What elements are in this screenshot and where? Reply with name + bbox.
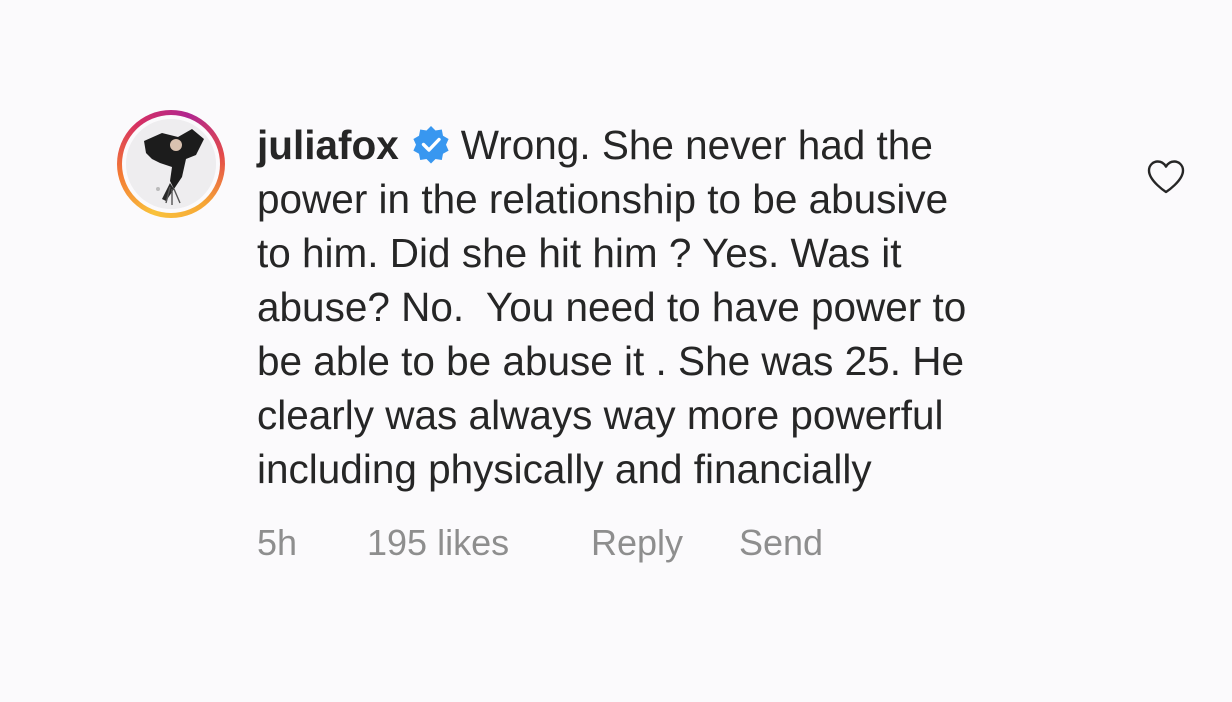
avatar[interactable] xyxy=(126,119,216,209)
comment-time: 5h xyxy=(257,522,298,563)
comment: juliafox Wrong. She never had the power i… xyxy=(0,0,1232,702)
comment-text-line-3: to him. Did she hit him ? Yes. Was it xyxy=(257,230,902,276)
username[interactable]: juliafox xyxy=(257,122,399,168)
comment-text-line-2: power in the relationship to be abusive xyxy=(257,176,949,222)
verified-badge-icon xyxy=(413,126,449,164)
comment-text-line-5: be able to be abuse it . She was 25. He xyxy=(257,338,964,384)
comment-line: juliafox Wrong. She never had the xyxy=(257,118,1087,172)
comment-text-line-6: clearly was always way more powerful xyxy=(257,392,944,438)
comment-text-line-4: abuse? No. You need to have power to xyxy=(257,284,967,330)
reply-button[interactable]: Reply xyxy=(591,522,739,564)
send-button[interactable]: Send xyxy=(739,522,823,564)
comment-body: juliafox Wrong. She never had the power i… xyxy=(257,118,1087,496)
avatar-image xyxy=(126,119,216,209)
avatar-story-ring[interactable] xyxy=(117,110,225,218)
likes-count-button[interactable]: 195 likes xyxy=(367,522,591,564)
comment-meta: 5h 195 likes Reply Send xyxy=(257,522,823,564)
comment-text-line-1: Wrong. She never had the xyxy=(460,122,933,168)
avatar-ring-gap xyxy=(122,115,220,213)
heart-outline-icon[interactable] xyxy=(1146,158,1186,196)
comment-text-line-7: including physically and financially xyxy=(257,446,872,492)
